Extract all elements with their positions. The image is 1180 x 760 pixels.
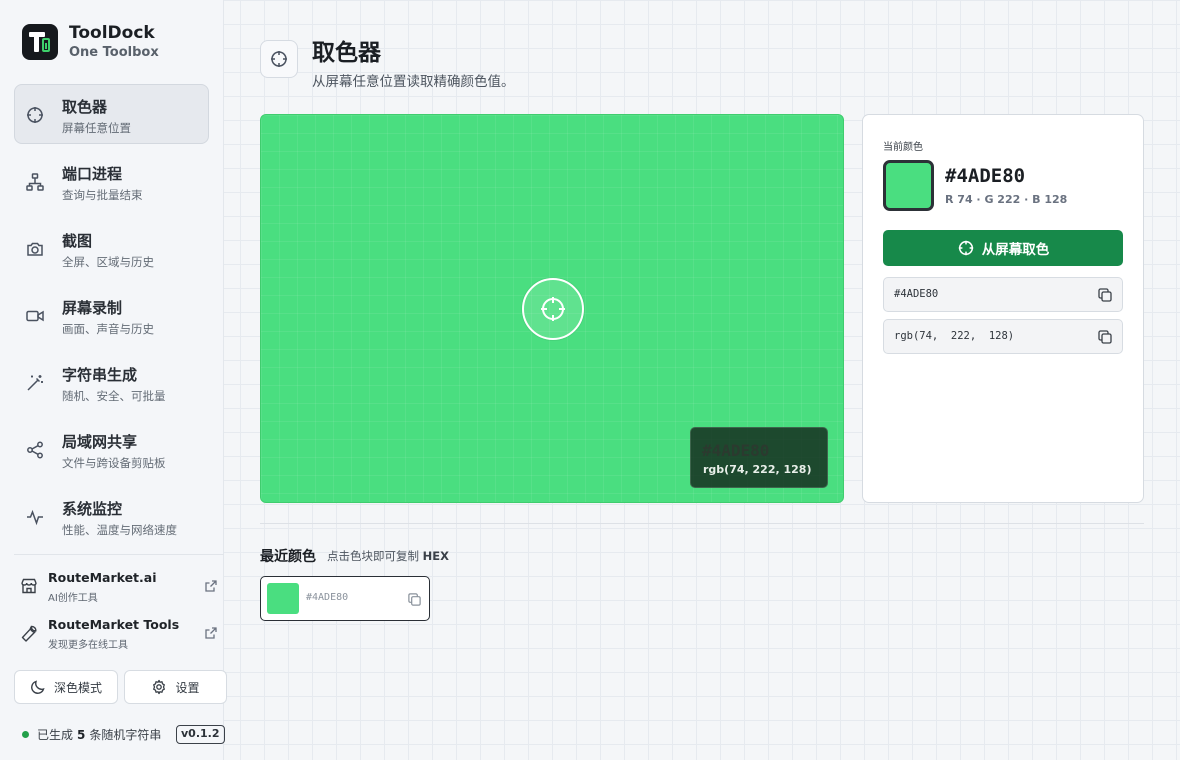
recent-colors-title: 最近颜色 xyxy=(260,549,316,565)
sidebar-item-desc: 文件与跨设备剪贴板 xyxy=(62,456,166,470)
sidebar-item-desc: 性能、温度与网络速度 xyxy=(62,523,177,537)
sidebar-item-desc: 画面、声音与历史 xyxy=(62,322,154,336)
share-icon xyxy=(25,440,45,460)
recent-hint-bold: HEX xyxy=(422,549,450,563)
sidebar-item-label: 字符串生成 xyxy=(62,366,138,384)
page-header-icon xyxy=(260,40,298,78)
status-prefix: 已生成 xyxy=(37,728,74,742)
crosshair-icon xyxy=(25,105,45,125)
recent-hint-text: 点击色块即可复制 xyxy=(327,549,419,563)
recent-color-chip[interactable]: #4ADE80 xyxy=(260,576,430,621)
recent-color-swatch[interactable] xyxy=(267,583,299,614)
pick-button-label: 从屏幕取色 xyxy=(981,242,1050,258)
activity-icon xyxy=(25,507,45,527)
settings-label: 设置 xyxy=(175,680,200,695)
recent-color-hex: #4ADE80 xyxy=(306,592,349,603)
crosshair-icon xyxy=(958,240,973,256)
sidebar-item-system-monitor[interactable]: 系统监控 性能、温度与网络速度 xyxy=(14,486,209,546)
rgb-copy-field[interactable]: rgb(74, 222, 128) xyxy=(883,319,1123,354)
copy-icon[interactable] xyxy=(407,592,422,607)
sidebar-item-label: 屏幕录制 xyxy=(62,299,123,317)
current-color-panel: 当前颜色 #4ADE80 R 74 · G 222 · B 128 从屏幕取色 … xyxy=(862,114,1144,503)
hex-copy-field[interactable]: #4ADE80 xyxy=(883,277,1123,312)
brand-name: ToolDock xyxy=(69,23,155,43)
sidebar-divider xyxy=(14,554,224,555)
sidebar-item-desc: 随机、安全、可批量 xyxy=(62,389,166,403)
version-badge: v0.1.2 xyxy=(176,725,225,744)
recent-colors-hint: 点击色块即可复制 HEX xyxy=(327,548,449,564)
wrench-icon xyxy=(20,624,40,644)
color-preview[interactable]: #4ADE80 rgb(74, 222, 128) xyxy=(260,114,844,503)
sidebar-item-color-picker[interactable]: 取色器 屏幕任意位置 xyxy=(14,84,209,144)
settings-button[interactable]: 设置 xyxy=(124,670,227,704)
status-count: 5 xyxy=(77,727,86,742)
current-channels: R 74 · G 222 · B 128 xyxy=(945,193,1068,206)
status-dot xyxy=(22,731,29,738)
main-divider xyxy=(260,523,1144,524)
copy-icon[interactable] xyxy=(1097,329,1113,345)
crosshair-icon xyxy=(541,297,565,321)
external-link-icon xyxy=(204,625,218,639)
tooldock-logo-icon xyxy=(22,24,58,60)
preview-color-label: #4ADE80 rgb(74, 222, 128) xyxy=(690,427,828,488)
gear-icon xyxy=(153,679,166,695)
sidebar-item-string-generator[interactable]: 字符串生成 随机、安全、可批量 xyxy=(14,352,209,412)
sidebar-item-label: 系统监控 xyxy=(62,500,123,518)
crosshair-icon xyxy=(271,51,287,67)
hex-value: #4ADE80 xyxy=(894,288,939,300)
sidebar-item-label: 局域网共享 xyxy=(62,433,138,451)
dark-mode-button[interactable]: 深色模式 xyxy=(14,670,118,704)
sidebar-item-screen-recording[interactable]: 屏幕录制 画面、声音与历史 xyxy=(14,285,209,345)
store-icon xyxy=(20,577,40,597)
sidebar-item-lan-share[interactable]: 局域网共享 文件与跨设备剪贴板 xyxy=(14,419,209,479)
external-link-title: RouteMarket.ai xyxy=(48,570,157,585)
moon-icon xyxy=(31,680,45,694)
brand-subtitle: One Toolbox xyxy=(69,45,159,60)
sidebar-item-desc: 屏幕任意位置 xyxy=(62,121,131,135)
page-title: 取色器 xyxy=(312,40,381,66)
sidebar-item-label: 端口进程 xyxy=(62,165,123,183)
external-link-desc: AI创作工具 xyxy=(48,593,98,604)
sidebar-nav: 取色器 屏幕任意位置 端口进程 查询与批量结束 截图 全屏、区域与历史 屏幕录制… xyxy=(14,84,209,553)
sidebar: ToolDock One Toolbox 取色器 屏幕任意位置 端口进程 查询与… xyxy=(0,0,227,760)
preview-rgb: rgb(74, 222, 128) xyxy=(703,463,812,476)
preview-hex: #4ADE80 xyxy=(702,441,770,460)
brand: ToolDock One Toolbox xyxy=(22,23,159,61)
current-color-swatch xyxy=(883,160,934,211)
status-suffix: 条随机字符串 xyxy=(89,728,162,742)
current-hex: #4ADE80 xyxy=(945,165,1026,187)
pick-target[interactable] xyxy=(522,278,584,340)
magic-wand-icon xyxy=(25,373,45,393)
rgb-value: rgb(74, 222, 128) xyxy=(894,330,1015,342)
dark-mode-label: 深色模式 xyxy=(53,680,102,695)
sidebar-item-desc: 全屏、区域与历史 xyxy=(62,255,154,269)
copy-icon[interactable] xyxy=(1097,287,1113,303)
sidebar-item-desc: 查询与批量结束 xyxy=(62,188,143,202)
external-link-title: RouteMarket Tools xyxy=(48,617,180,632)
status-line: 已生成 5 条随机字符串 xyxy=(22,726,161,743)
sidebar-item-port-process[interactable]: 端口进程 查询与批量结束 xyxy=(14,151,209,211)
external-link-icon xyxy=(204,578,218,592)
video-icon xyxy=(25,306,45,326)
sidebar-item-label: 取色器 xyxy=(62,98,108,116)
external-link-routemarket-tools[interactable]: RouteMarket Tools 发现更多在线工具 xyxy=(14,614,224,654)
sidebar-item-label: 截图 xyxy=(62,232,93,250)
external-link-desc: 发现更多在线工具 xyxy=(48,640,128,651)
camera-icon xyxy=(25,239,45,259)
sidebar-item-screenshot[interactable]: 截图 全屏、区域与历史 xyxy=(14,218,209,278)
external-link-routemarket-ai[interactable]: RouteMarket.ai AI创作工具 xyxy=(14,567,224,607)
pick-from-screen-button[interactable]: 从屏幕取色 xyxy=(883,230,1123,266)
network-icon xyxy=(25,172,45,192)
panel-caption: 当前颜色 xyxy=(883,142,923,153)
page-subtitle: 从屏幕任意位置读取精确颜色值。 xyxy=(312,74,515,90)
